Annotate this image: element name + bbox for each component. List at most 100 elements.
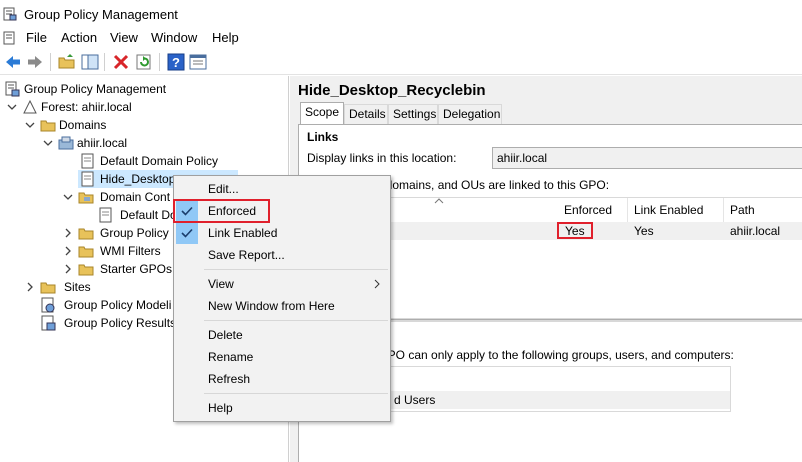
up-folder-icon[interactable] bbox=[58, 53, 76, 71]
menu-item-rename[interactable]: Rename bbox=[176, 346, 388, 368]
location-value: ahiir.local bbox=[497, 151, 548, 165]
gpo-link-icon bbox=[81, 153, 94, 169]
folder-icon bbox=[78, 228, 94, 240]
window-title: Group Policy Management bbox=[24, 7, 178, 22]
folder-icon bbox=[78, 246, 94, 258]
svg-text:?: ? bbox=[172, 55, 180, 70]
tree-label: Sites bbox=[64, 280, 91, 294]
toolbar-separator bbox=[159, 53, 160, 71]
menu-help[interactable]: Help bbox=[210, 30, 241, 45]
menu-item-label: Refresh bbox=[208, 372, 251, 386]
list-item-label: d Users bbox=[394, 393, 436, 407]
tree-label: Default Do bbox=[120, 208, 177, 222]
menu-separator bbox=[204, 269, 388, 270]
title-bar: Group Policy Management bbox=[0, 0, 802, 28]
tab-delegation[interactable]: Delegation bbox=[438, 104, 502, 124]
menu-item-label: View bbox=[208, 277, 234, 291]
filtering-description: s GPO can only apply to the following gr… bbox=[369, 348, 734, 362]
column-header-path[interactable]: Path bbox=[724, 198, 802, 222]
gpo-link-icon bbox=[99, 207, 112, 223]
gpm-app-icon bbox=[3, 7, 17, 21]
chevron-down-icon[interactable] bbox=[62, 190, 74, 204]
refresh-icon[interactable] bbox=[135, 53, 153, 71]
chevron-right-icon[interactable] bbox=[62, 226, 74, 240]
tree-node-domain[interactable]: ahiir.local bbox=[42, 134, 277, 152]
chevron-right-icon[interactable] bbox=[62, 244, 74, 258]
menu-action[interactable]: Action bbox=[59, 30, 99, 45]
links-description: s, domains, and OUs are linked to this G… bbox=[373, 178, 610, 192]
menu-item-refresh[interactable]: Refresh bbox=[176, 368, 388, 390]
tree-node-forest[interactable]: Forest: ahiir.local bbox=[6, 98, 281, 116]
forward-icon[interactable] bbox=[26, 53, 44, 71]
ou-folder-icon bbox=[78, 192, 94, 204]
menu-item-link-enabled[interactable]: Link Enabled bbox=[176, 222, 388, 244]
tree-label: Default Domain Policy bbox=[100, 154, 219, 168]
menu-item-edit[interactable]: Edit... bbox=[176, 178, 388, 200]
tab-scope[interactable]: Scope bbox=[300, 102, 344, 125]
cell-link-enabled: Yes bbox=[634, 224, 654, 238]
menu-item-save-report[interactable]: Save Report... bbox=[176, 244, 388, 266]
show-hide-tree-icon[interactable] bbox=[81, 53, 99, 71]
chevron-down-icon[interactable] bbox=[24, 118, 36, 132]
tree-node-root[interactable]: Group Policy Management bbox=[2, 80, 282, 98]
tree-label: Group Policy Modeli bbox=[64, 298, 172, 312]
tab-details[interactable]: Details bbox=[344, 104, 388, 124]
folder-icon bbox=[78, 264, 94, 276]
chevron-right-icon[interactable] bbox=[24, 280, 36, 294]
enforced-menu-highlight-box bbox=[173, 199, 270, 223]
links-heading: Links bbox=[307, 130, 339, 144]
tree-label: Domains bbox=[59, 118, 107, 132]
tree-node-results[interactable]: Group Policy Results bbox=[24, 314, 176, 332]
menu-item-help[interactable]: Help bbox=[176, 397, 388, 419]
properties-icon[interactable] bbox=[189, 53, 207, 71]
menu-item-view[interactable]: View bbox=[176, 273, 388, 295]
chevron-down-icon[interactable] bbox=[42, 136, 54, 150]
tree-node-modeling[interactable]: Group Policy Modeli bbox=[24, 296, 174, 314]
cell-path: ahiir.local bbox=[730, 224, 781, 238]
menu-item-label: Rename bbox=[208, 350, 254, 364]
modeling-icon bbox=[41, 297, 55, 313]
column-header-link-enabled[interactable]: Link Enabled bbox=[628, 198, 724, 222]
tree-node-sites[interactable]: Sites bbox=[24, 278, 174, 296]
menu-item-new-window[interactable]: New Window from Here bbox=[176, 295, 388, 317]
menu-file[interactable]: File bbox=[24, 30, 49, 45]
column-header-enforced[interactable]: Enforced bbox=[558, 198, 628, 222]
tree-node-starter-gpos[interactable]: Starter GPOs bbox=[62, 260, 177, 278]
back-icon[interactable] bbox=[4, 53, 22, 71]
domain-icon bbox=[58, 136, 74, 150]
menu-bar: File Action View Window Help bbox=[0, 28, 802, 48]
forest-icon bbox=[23, 99, 37, 114]
tree-label: Forest: ahiir.local bbox=[41, 100, 132, 114]
menu-window[interactable]: Window bbox=[149, 30, 199, 45]
system-menu-icon[interactable] bbox=[3, 31, 17, 45]
tree-label: Group Policy Management bbox=[24, 82, 167, 96]
menu-item-delete[interactable]: Delete bbox=[176, 324, 388, 346]
tree-node-domains[interactable]: Domains bbox=[24, 116, 279, 134]
chevron-down-icon[interactable] bbox=[6, 100, 18, 114]
tree-label: Group Policy bbox=[100, 226, 169, 240]
menu-item-label: Help bbox=[208, 401, 233, 415]
sites-folder-icon bbox=[40, 282, 56, 294]
menu-view[interactable]: View bbox=[108, 30, 140, 45]
enforced-highlight-box bbox=[557, 222, 593, 239]
menu-item-label: New Window from Here bbox=[208, 299, 335, 313]
results-icon bbox=[41, 315, 56, 331]
tree-label: Hide_Desktop bbox=[100, 172, 176, 186]
tab-settings[interactable]: Settings bbox=[388, 104, 438, 124]
check-background bbox=[176, 222, 198, 244]
checkmark-icon bbox=[181, 228, 193, 238]
gpo-title: Hide_Desktop_Recyclebin bbox=[298, 82, 486, 99]
help-icon[interactable]: ? bbox=[167, 53, 185, 71]
chevron-right-icon[interactable] bbox=[62, 262, 74, 276]
delete-icon[interactable] bbox=[112, 53, 130, 71]
tree-node-wmi-filters[interactable]: WMI Filters bbox=[62, 242, 177, 260]
tree-node-default-domain-policy[interactable]: Default Domain Policy bbox=[62, 152, 282, 170]
tree-node-default-dc-policy[interactable]: Default Do bbox=[82, 206, 177, 224]
tree-label: Starter GPOs bbox=[100, 262, 173, 276]
gpo-link-icon bbox=[81, 171, 94, 187]
tree-label: ahiir.local bbox=[77, 136, 128, 150]
toolbar-separator bbox=[50, 53, 51, 71]
tree-node-domain-controllers[interactable]: Domain Cont bbox=[62, 188, 177, 206]
location-select[interactable]: ahiir.local bbox=[492, 147, 802, 169]
tree-node-group-policy-objects[interactable]: Group Policy bbox=[62, 224, 177, 242]
